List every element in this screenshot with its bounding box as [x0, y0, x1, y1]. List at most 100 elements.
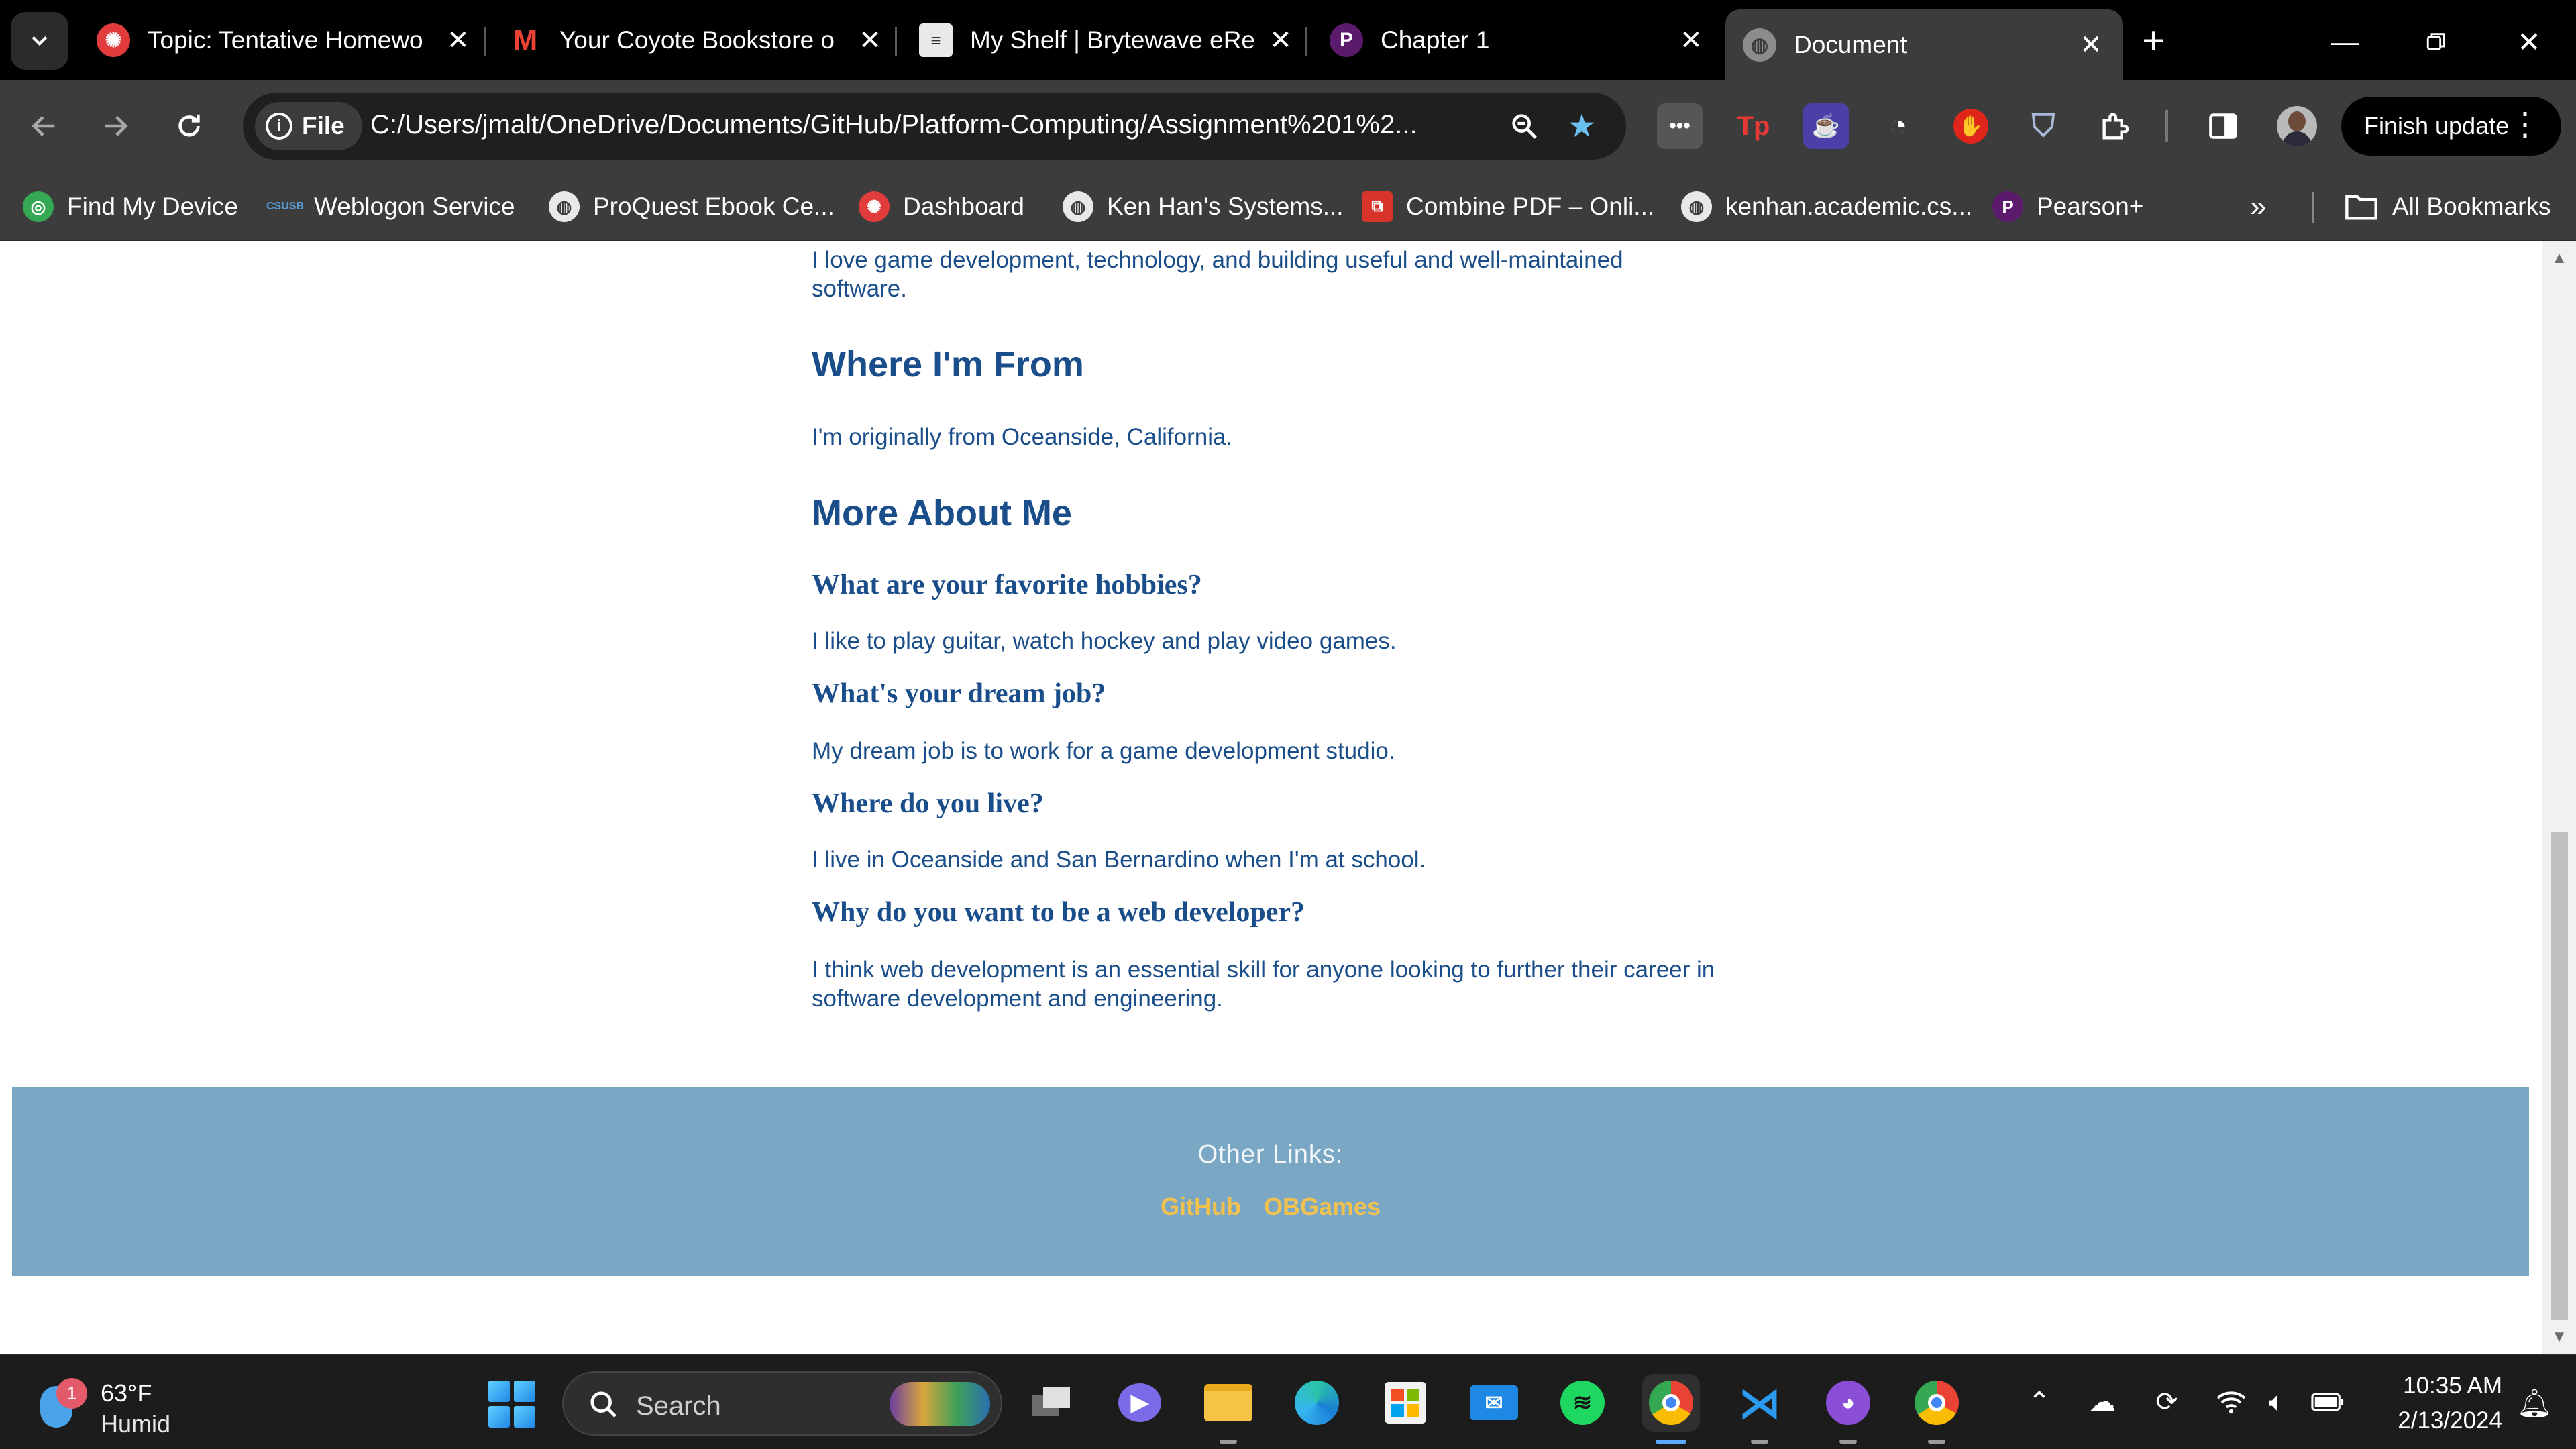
tab-title: My Shelf | Brytewave eRe	[970, 26, 1255, 54]
weather-widget[interactable]: 1 63°F Humid	[34, 1367, 195, 1438]
tab-title: Chapter 1	[1381, 26, 1490, 54]
profile-avatar[interactable]	[2277, 106, 2317, 146]
new-tab-button[interactable]: +	[2133, 19, 2174, 62]
volume-icon[interactable]: 🔈︎	[2257, 1382, 2297, 1422]
finish-update-button[interactable]: Finish update ⋮	[2341, 97, 2561, 156]
bookmark-label: Pearson+	[2037, 193, 2144, 220]
task-view-icon	[1032, 1387, 1070, 1416]
github-desktop-app[interactable]: ◕	[1819, 1374, 1877, 1444]
globe-icon: ◍	[1743, 28, 1776, 62]
bookmark-label: Combine PDF – Onli...	[1406, 193, 1655, 220]
chrome-profile-app[interactable]	[1908, 1374, 1966, 1444]
chrome-icon	[1649, 1381, 1693, 1425]
chrome-app[interactable]	[1642, 1374, 1700, 1444]
more-menu-icon[interactable]: ⋮	[2509, 106, 2541, 144]
bookmark-kenhan-academic[interactable]: ◍ kenhan.academic.cs...	[1681, 185, 1972, 228]
bookmark-ken-han-systems[interactable]: ◍ Ken Han's Systems...	[1063, 185, 1344, 228]
url-text[interactable]: C:/Users/jmalt/OneDrive/Documents/GitHub…	[370, 110, 1511, 140]
battery-icon[interactable]	[2308, 1382, 2348, 1422]
bookmark-proquest[interactable]: ◍ ProQuest Ebook Ce...	[549, 185, 835, 228]
tab-separator	[484, 27, 486, 56]
bookmark-label: Ken Han's Systems...	[1107, 193, 1344, 220]
tab-topic[interactable]: ✺ Topic: Tentative Homewo ✕	[79, 9, 490, 71]
canvas-icon: ✺	[859, 191, 890, 222]
info-icon: i	[266, 113, 292, 140]
cup-extension-icon[interactable]: ☕	[1803, 103, 1849, 149]
close-tab-icon[interactable]: ✕	[2074, 28, 2108, 62]
shield-extension-icon[interactable]: ⛉	[2021, 103, 2066, 149]
document-icon: ≡	[919, 23, 953, 57]
bookmark-combine-pdf[interactable]: ⧉ Combine PDF – Onli...	[1362, 185, 1654, 228]
globe-icon: ◍	[1681, 191, 1712, 222]
file-explorer-app[interactable]	[1199, 1374, 1257, 1444]
side-panel-icon[interactable]	[2200, 103, 2246, 149]
question-heading: What are your favorite hobbies?	[812, 570, 1202, 600]
teams-chat-app[interactable]: ▶	[1111, 1374, 1169, 1432]
task-view-button[interactable]	[1022, 1374, 1080, 1432]
minimize-button[interactable]: —	[2318, 15, 2372, 68]
notification-bell-icon[interactable]: 🔔︎	[2516, 1385, 2553, 1422]
chevron-up-icon[interactable]: ⌃	[2019, 1382, 2059, 1422]
tab-my-shelf[interactable]: ≡ My Shelf | Brytewave eRe ✕	[902, 9, 1312, 71]
onedrive-icon[interactable]: ☁	[2082, 1382, 2123, 1422]
puzzle-extensions-icon[interactable]	[2093, 103, 2139, 149]
scroll-down-icon[interactable]: ▼	[2549, 1327, 2569, 1347]
more-bookmarks-button[interactable]: »	[2250, 185, 2266, 228]
bookmark-find-my-device[interactable]: ◎ Find My Device	[23, 185, 238, 228]
obgames-link[interactable]: OBGames	[1264, 1193, 1381, 1221]
scrollbar-thumb[interactable]	[2551, 832, 2568, 1320]
close-tab-icon[interactable]: ✕	[853, 23, 887, 57]
bookmark-star-icon[interactable]: ★	[1562, 106, 1602, 146]
wifi-icon[interactable]	[2211, 1382, 2251, 1422]
taskbar-search[interactable]: Search	[562, 1371, 1002, 1436]
bookmark-pearson-plus[interactable]: P Pearson+	[1992, 185, 2143, 228]
hand-block-extension-icon[interactable]: ✋	[1948, 103, 1994, 149]
bookmark-label: ProQuest Ebook Ce...	[593, 193, 835, 220]
close-window-button[interactable]: ✕	[2502, 15, 2556, 68]
forward-button[interactable]	[90, 101, 141, 152]
question-heading: Where do you live?	[812, 788, 1044, 819]
zoom-icon[interactable]	[1504, 106, 1544, 146]
back-button[interactable]	[19, 101, 70, 152]
mail-icon: ✉	[1470, 1385, 1518, 1420]
vertical-scrollbar[interactable]: ▲ ▼	[2542, 241, 2576, 1354]
tp-extension-icon[interactable]: Tp	[1731, 103, 1776, 149]
canvas-icon: ✺	[97, 23, 130, 57]
running-indicator	[1656, 1440, 1686, 1444]
sync-icon[interactable]: ⟳	[2147, 1382, 2187, 1422]
all-bookmarks-button[interactable]: All Bookmarks	[2344, 185, 2551, 228]
windows-start-button[interactable]	[488, 1381, 535, 1428]
where-from-text: I'm originally from Oceanside, Californi…	[812, 424, 1233, 450]
bookmark-weblogon[interactable]: CSUSB Weblogon Service	[266, 185, 515, 228]
spotify-app[interactable]: ≋	[1554, 1374, 1611, 1432]
mail-app[interactable]: ✉	[1465, 1374, 1523, 1432]
address-bar[interactable]: i File C:/Users/jmalt/OneDrive/Documents…	[243, 93, 1626, 160]
tab-strip: ✺ Topic: Tentative Homewo ✕ M Your Coyot…	[0, 0, 2576, 80]
scroll-up-icon[interactable]: ▲	[2549, 248, 2569, 268]
reload-button[interactable]	[164, 101, 215, 152]
restore-button[interactable]	[2410, 15, 2463, 68]
pdf-icon: ⧉	[1362, 191, 1393, 222]
speedometer-extension-icon[interactable]: ◔	[1876, 103, 1921, 149]
tab-coyote-bookstore[interactable]: M Your Coyote Bookstore o ✕	[491, 9, 902, 71]
tab-chapter-1[interactable]: P Chapter 1 ✕	[1312, 9, 1723, 71]
close-tab-icon[interactable]: ✕	[1674, 23, 1708, 57]
bookmark-dashboard[interactable]: ✺ Dashboard	[859, 185, 1024, 228]
close-tab-icon[interactable]: ✕	[441, 23, 475, 57]
tab-title: Your Coyote Bookstore o	[559, 26, 835, 54]
intro-paragraph: I love game development, technology, and…	[812, 247, 1623, 302]
toolbar-separator	[2165, 110, 2168, 142]
clock-date: 2/13/2024	[2398, 1407, 2502, 1434]
system-clock[interactable]: 10:35 AM 2/13/2024	[2368, 1368, 2502, 1438]
close-tab-icon[interactable]: ✕	[1264, 23, 1297, 57]
microsoft-store-app[interactable]	[1377, 1374, 1434, 1432]
globe-icon: ◍	[549, 191, 580, 222]
edge-app[interactable]	[1288, 1374, 1346, 1432]
extension-dots-icon[interactable]: •••	[1657, 103, 1703, 149]
site-info-chip[interactable]: i File	[255, 102, 362, 150]
tab-document[interactable]: ◍ Document ✕	[1725, 9, 2123, 80]
tab-search-button[interactable]	[11, 12, 68, 70]
search-highlight-image	[890, 1382, 990, 1426]
vscode-app[interactable]: ⋊	[1731, 1374, 1788, 1444]
github-link[interactable]: GitHub	[1161, 1193, 1241, 1221]
